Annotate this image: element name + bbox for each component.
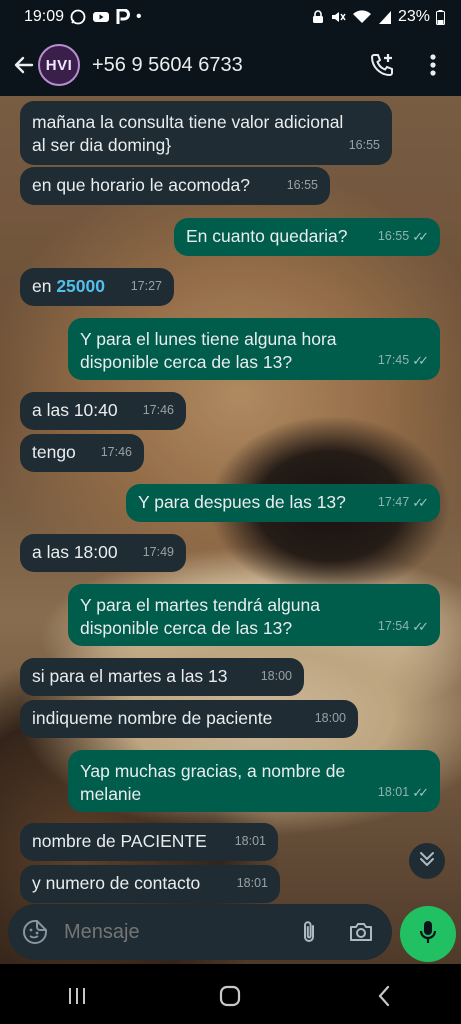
double-check-icon: ✓✓ [412, 495, 429, 510]
status-bar: 19:09 • 23% [0, 0, 461, 34]
message-time: 17:46 [142, 403, 174, 417]
p-app-icon [116, 9, 131, 25]
double-check-icon: ✓✓ [412, 353, 429, 368]
composer [0, 896, 461, 968]
message-incoming[interactable]: mañana la consulta tiene valor adicional… [20, 101, 392, 165]
signal-icon [378, 9, 392, 25]
wifi-icon [352, 9, 372, 25]
message-time: 16:55 [348, 138, 380, 152]
message-incoming[interactable]: indiqueme nombre de paciente 18:00 [20, 700, 358, 738]
message-text: disponible cerca de las 13? [80, 618, 293, 638]
message-time: 17:27 [130, 279, 162, 293]
message-text: mañana la consulta tiene valor adicional [32, 112, 344, 132]
message-text: Y para el lunes tiene alguna hora [80, 329, 337, 349]
message-time: 18:00 [314, 711, 346, 725]
message-outgoing[interactable]: Y para el martes tendrá alguna disponibl… [68, 584, 440, 646]
attach-icon[interactable] [294, 917, 324, 947]
avatar[interactable]: HVI [38, 44, 80, 86]
home-icon[interactable] [200, 976, 260, 1016]
message-incoming[interactable]: en que horario le acomoda? 16:55 [20, 167, 330, 205]
message-incoming[interactable]: a las 18:00 17:49 [20, 534, 186, 572]
message-time: 16:55 [286, 178, 318, 192]
message-text: si para el martes a las 13 [32, 666, 228, 686]
message-incoming[interactable]: en 25000 17:27 [20, 268, 174, 306]
message-time-status: 17:45 ✓✓ [378, 349, 429, 372]
clock: 19:09 [24, 8, 65, 25]
message-text: Yap muchas gracias, a nombre de [80, 761, 346, 781]
mic-icon [418, 919, 438, 950]
message-incoming[interactable]: y numero de contacto 18:01 [20, 865, 280, 903]
battery-icon [436, 9, 445, 25]
message-incoming[interactable]: si para el martes a las 13 18:00 [20, 658, 304, 696]
sticker-icon[interactable] [20, 917, 50, 947]
message-text: Y para el martes tendrá alguna [80, 595, 320, 615]
phone-number-link[interactable]: 25000 [56, 276, 105, 296]
double-check-icon: ✓✓ [412, 785, 429, 800]
message-time: 17:49 [142, 545, 174, 559]
battery-percent: 23% [397, 8, 430, 25]
camera-icon[interactable] [346, 917, 376, 947]
message-input[interactable] [64, 920, 274, 944]
message-time-status: 16:55 ✓✓ [378, 225, 429, 248]
message-incoming[interactable]: tengo 17:46 [20, 434, 144, 472]
message-incoming[interactable]: a las 10:40 17:46 [20, 392, 186, 430]
message-input-container [8, 904, 392, 960]
double-check-icon: ✓✓ [412, 229, 429, 244]
message-outgoing[interactable]: Yap muchas gracias, a nombre de melanie … [68, 750, 440, 812]
message-outgoing[interactable]: Y para el lunes tiene alguna hora dispon… [68, 318, 440, 380]
scroll-to-bottom-button[interactable] [409, 843, 445, 879]
message-text: nombre de PACIENTE [32, 831, 207, 851]
message-outgoing[interactable]: En cuanto quedaria? 16:55 ✓✓ [174, 218, 440, 256]
message-time-status: 17:47 ✓✓ [378, 491, 429, 514]
back-icon[interactable] [354, 976, 414, 1016]
whatsapp-icon [70, 9, 86, 25]
double-check-icon: ✓✓ [412, 619, 429, 634]
message-outgoing[interactable]: Y para despues de las 13? 17:47 ✓✓ [126, 484, 440, 522]
message-incoming[interactable]: nombre de PACIENTE 18:01 [20, 823, 278, 861]
lock-icon [312, 10, 324, 24]
chat-area[interactable]: mañana la consulta tiene valor adicional… [0, 96, 461, 964]
add-call-icon[interactable] [365, 48, 399, 82]
contact-name[interactable]: +56 9 5604 6733 [92, 54, 243, 77]
message-time: 17:46 [100, 445, 132, 459]
recents-icon[interactable] [47, 976, 107, 1016]
message-text: en que horario le acomoda? [32, 175, 250, 195]
message-text: y numero de contacto [32, 873, 201, 893]
system-navigation-bar [0, 968, 461, 1024]
chat-header: HVI +56 9 5604 6733 [0, 34, 461, 96]
message-time-status: 17:54 ✓✓ [378, 615, 429, 638]
more-vert-icon[interactable] [419, 48, 447, 82]
message-time: 18:01 [236, 876, 268, 890]
message-text: melanie [80, 784, 142, 804]
mute-icon [330, 9, 346, 25]
youtube-icon [92, 10, 110, 24]
mic-button[interactable] [400, 906, 456, 962]
message-text: al ser dia doming} [32, 135, 172, 155]
message-time: 18:00 [260, 669, 292, 683]
double-chevron-down-icon [418, 850, 436, 873]
message-text: indiqueme nombre de paciente [32, 708, 273, 728]
notification-dot: • [136, 8, 142, 25]
message-time-status: 18:01 ✓✓ [378, 781, 429, 804]
message-time: 18:01 [234, 834, 266, 848]
message-text: disponible cerca de las 13? [80, 352, 293, 372]
